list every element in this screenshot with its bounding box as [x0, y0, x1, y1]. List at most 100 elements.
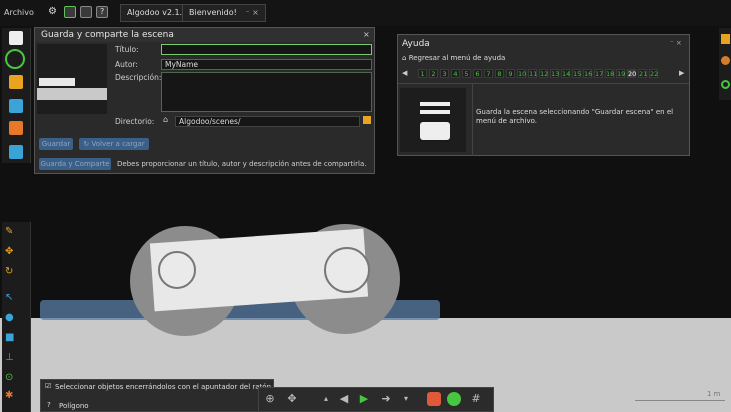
- plane-tool-icon[interactable]: ⊥: [5, 352, 27, 368]
- preview-ground: [37, 88, 107, 100]
- help-page-20[interactable]: 20: [627, 69, 636, 78]
- camera-icon[interactable]: [9, 121, 23, 135]
- help-page-1[interactable]: 1: [418, 69, 427, 78]
- save-icon: [420, 102, 450, 142]
- help-page-15[interactable]: 15: [572, 69, 581, 78]
- save-and-share-button[interactable]: Guarda y Comparte: [39, 158, 111, 170]
- help-page-10[interactable]: 10: [517, 69, 526, 78]
- drag-tool-icon[interactable]: ↖: [5, 292, 27, 308]
- save-button[interactable]: Guardar: [39, 138, 73, 150]
- help-page-18[interactable]: 18: [605, 69, 614, 78]
- play-icon[interactable]: ▶: [357, 392, 371, 406]
- help-page-8[interactable]: 8: [495, 69, 504, 78]
- air-friction-toggle-icon[interactable]: [447, 392, 461, 406]
- box-tool-icon[interactable]: ■: [5, 332, 27, 348]
- file-toolbar: [2, 28, 31, 163]
- undo-icon[interactable]: ◀: [337, 392, 351, 406]
- help-page-19[interactable]: 19: [616, 69, 625, 78]
- home-icon: ⌂: [402, 54, 407, 62]
- save-scene-icon-highlighted[interactable]: [5, 49, 25, 69]
- help-page-21[interactable]: 21: [638, 69, 647, 78]
- hinge-tool-icon[interactable]: ⊙: [5, 372, 27, 388]
- help-description: Guarda la escena seleccionando "Guardar …: [476, 108, 674, 125]
- help-icon[interactable]: ?: [96, 6, 108, 18]
- scale-label: 1 m: [707, 390, 721, 398]
- share-hint-text: Debes proporcionar un título, autor y de…: [117, 160, 367, 168]
- rotate-tool-icon[interactable]: ↻: [5, 266, 27, 282]
- help-page-3[interactable]: 3: [440, 69, 449, 78]
- prev-page-icon[interactable]: ◀: [402, 69, 407, 77]
- author-label: Autor:: [115, 60, 138, 69]
- help-page-16[interactable]: 16: [583, 69, 592, 78]
- simulation-controls: ⊕ ✥ ▴ ◀ ▶ ➜ ▾ #: [258, 387, 494, 412]
- thruster-tool-icon[interactable]: ✱: [5, 390, 27, 406]
- help-page-4[interactable]: 4: [451, 69, 460, 78]
- title-label: Título:: [115, 45, 139, 54]
- help-page-13[interactable]: 13: [550, 69, 559, 78]
- upload-icon[interactable]: [9, 145, 23, 159]
- menu-icon[interactable]: [721, 34, 730, 44]
- visualization-icon[interactable]: [721, 80, 730, 89]
- palette-icon[interactable]: [721, 56, 730, 65]
- reload-button[interactable]: ↻ Volver a cargar: [79, 138, 149, 150]
- description-label: Descripción:: [115, 73, 162, 82]
- menu-archivo[interactable]: Archivo: [4, 8, 34, 17]
- dialog-close-icon[interactable]: ×: [363, 30, 370, 39]
- help-page-22[interactable]: 22: [649, 69, 658, 78]
- move-tool-icon[interactable]: ✥: [5, 246, 27, 262]
- directory-input[interactable]: Algodoo/scenes/: [175, 116, 360, 127]
- sketch-tool-icon[interactable]: ✎: [5, 226, 27, 242]
- help-content: Guarda la escena seleccionando "Guardar …: [398, 83, 689, 156]
- open-folder-icon[interactable]: [9, 75, 23, 89]
- help-page-6[interactable]: 6: [473, 69, 482, 78]
- grid-toggle-icon[interactable]: #: [469, 392, 483, 406]
- help-panel: Ayuda ⁻ × ⌂ Regresar al menú de ayuda ◀ …: [397, 34, 690, 156]
- back-to-help-menu-link[interactable]: ⌂ Regresar al menú de ayuda: [402, 54, 505, 62]
- save-icon-line-1: [420, 102, 450, 106]
- circle-tool-icon[interactable]: ●: [5, 312, 27, 328]
- tab-window-controls[interactable]: ⁻ ×: [245, 8, 258, 17]
- help-page-12[interactable]: 12: [539, 69, 548, 78]
- top-menu-bar: Archivo ⚙ ? Algodoo v2.1.0 Bienvenido! ⁻…: [0, 0, 731, 26]
- zoom-icon[interactable]: ⊕: [263, 392, 277, 406]
- redo-icon[interactable]: ➜: [379, 392, 393, 406]
- settings-gear-icon[interactable]: ⚙: [48, 6, 57, 17]
- save-scene-icon[interactable]: [80, 6, 92, 18]
- tab-welcome-label: Bienvenido!: [189, 8, 237, 17]
- author-input[interactable]: MyName: [161, 59, 372, 70]
- help-page-9[interactable]: 9: [506, 69, 515, 78]
- right-toolbar: [719, 28, 731, 100]
- next-page-icon[interactable]: ▶: [679, 69, 684, 77]
- help-divider: [472, 84, 473, 156]
- gravity-toggle-icon[interactable]: [427, 392, 441, 406]
- description-textarea[interactable]: [161, 72, 372, 112]
- dialog-titlebar: Guarda y comparte la escena: [35, 28, 374, 42]
- help-page-5[interactable]: 5: [462, 69, 471, 78]
- preview-car: [39, 78, 75, 86]
- help-page-14[interactable]: 14: [561, 69, 570, 78]
- reload-icon: ↻: [83, 140, 90, 148]
- save-share-dialog: Guarda y comparte la escena × Título: Au…: [34, 27, 375, 174]
- browse-scenes-icon[interactable]: [9, 99, 23, 113]
- title-input[interactable]: [161, 44, 372, 55]
- home-icon[interactable]: ⌂: [163, 115, 168, 124]
- checkbox-icon[interactable]: ☑: [45, 382, 51, 390]
- open-scene-icon[interactable]: [64, 6, 76, 18]
- speed-down-icon[interactable]: ▴: [319, 392, 333, 406]
- help-page-2[interactable]: 2: [429, 69, 438, 78]
- folder-icon[interactable]: [363, 116, 371, 124]
- help-page-17[interactable]: 17: [594, 69, 603, 78]
- speed-up-icon[interactable]: ▾: [399, 392, 413, 406]
- new-scene-icon[interactable]: [9, 31, 23, 45]
- scene-preview: [37, 44, 107, 114]
- current-tool-name: Polígono: [59, 402, 89, 410]
- directory-label: Directorio:: [115, 117, 155, 126]
- help-window-controls[interactable]: ⁻ ×: [670, 39, 682, 47]
- help-page-11[interactable]: 11: [528, 69, 537, 78]
- help-page-7[interactable]: 7: [484, 69, 493, 78]
- left-wheel-hub: [158, 251, 196, 289]
- tab-welcome[interactable]: Bienvenido! ⁻ ×: [182, 4, 266, 22]
- pan-icon[interactable]: ✥: [285, 392, 299, 406]
- save-icon-body: [420, 122, 450, 140]
- dialog-title: Guarda y comparte la escena: [41, 30, 174, 40]
